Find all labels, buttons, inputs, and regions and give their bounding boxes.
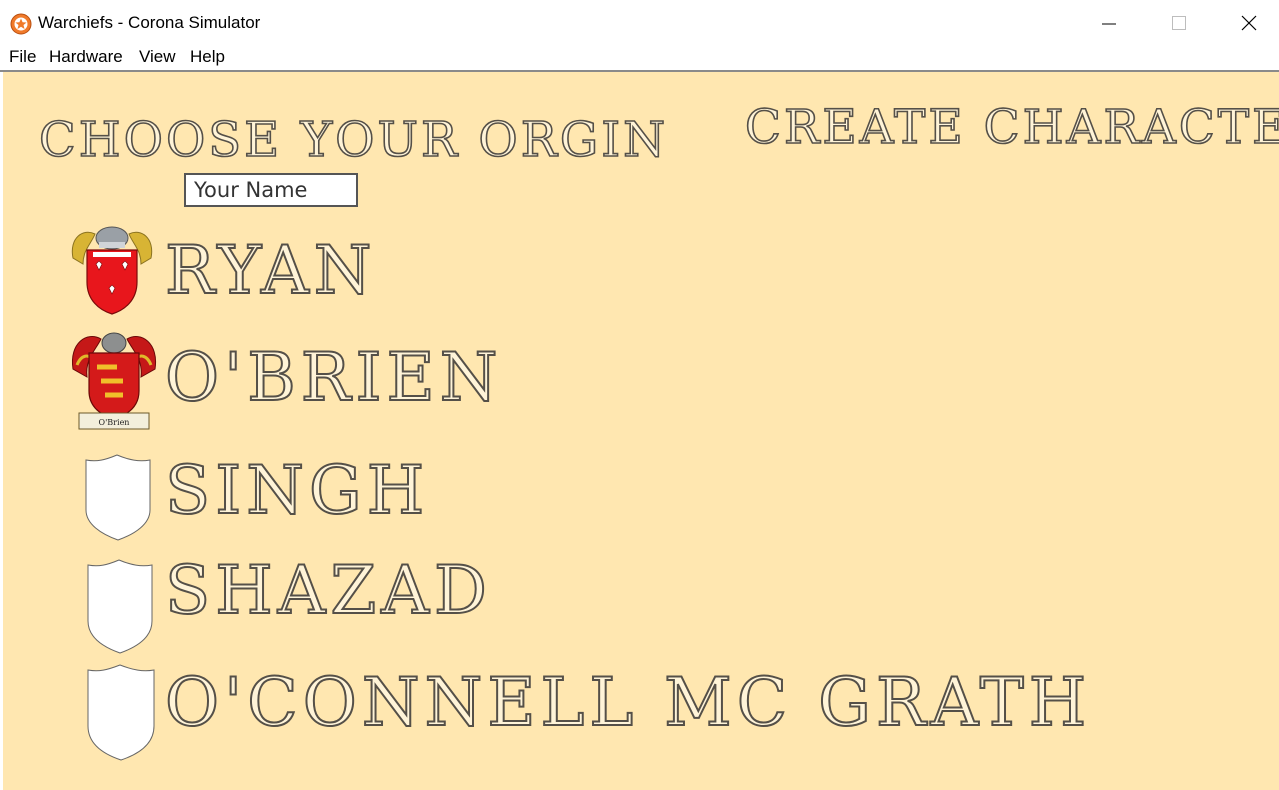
menu-help[interactable]: Help (190, 47, 225, 67)
menu-hardware[interactable]: Hardware (49, 47, 123, 67)
origin-option-shazad[interactable]: SHAZAD (3, 551, 1203, 657)
create-character-button[interactable]: CREATE CHARACTER (744, 99, 1279, 156)
corona-app-icon (10, 13, 32, 35)
minimize-icon (1102, 23, 1116, 25)
maximize-icon (1172, 16, 1186, 30)
blank-shield-icon (87, 559, 153, 654)
choose-origin-heading: CHOOSE YOUR ORGIN (38, 111, 669, 169)
window-titlebar: Warchiefs - Corona Simulator (0, 0, 1279, 46)
origin-option-oconnell-mc-grath[interactable]: O'CONNELL MC GRATH (3, 663, 1203, 764)
ryan-coat-of-arms-icon (71, 226, 153, 315)
close-button[interactable] (1214, 0, 1279, 46)
menu-view[interactable]: View (139, 47, 176, 67)
menu-file[interactable]: File (9, 47, 36, 67)
simulator-screen: CHOOSE YOUR ORGIN CREATE CHARACTER RYAN … (3, 72, 1279, 790)
close-icon (1241, 15, 1257, 31)
origin-label-obrien: O'BRIEN (164, 338, 503, 417)
origin-option-ryan[interactable]: RYAN (3, 220, 1203, 320)
minimize-button[interactable] (1074, 0, 1144, 46)
origin-label-singh: SINGH (164, 451, 430, 530)
origin-label-oconnell-mc-grath: O'CONNELL MC GRATH (164, 663, 1092, 742)
origin-label-shazad: SHAZAD (164, 551, 492, 630)
maximize-button[interactable] (1144, 0, 1214, 46)
menu-bar: File Hardware View Help (0, 44, 1279, 70)
obrien-coat-of-arms-icon: O'Brien (71, 332, 157, 430)
origin-option-singh[interactable]: SINGH (3, 451, 1203, 552)
origin-label-ryan: RYAN (164, 231, 377, 310)
blank-shield-icon (85, 454, 151, 541)
name-input[interactable] (184, 173, 358, 207)
blank-shield-icon (87, 664, 155, 761)
obrien-crest-caption: O'Brien (99, 418, 130, 427)
window-title: Warchiefs - Corona Simulator (38, 13, 261, 32)
origin-option-obrien[interactable]: O'Brien O'BRIEN (3, 327, 1203, 430)
